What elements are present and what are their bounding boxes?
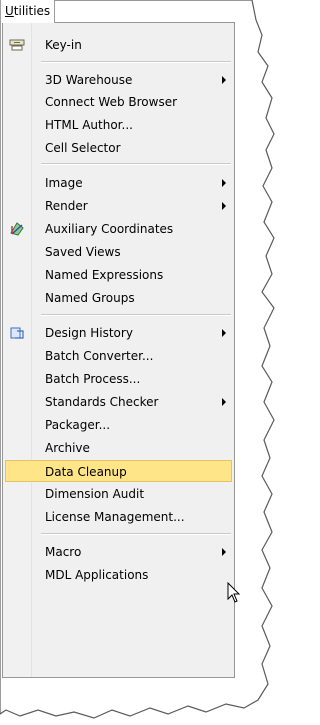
menu-item-macro-label: Macro xyxy=(45,545,82,559)
auxiliary-coordinates-icon xyxy=(10,222,24,236)
menu-item-standards-checker-label: Standards Checker xyxy=(45,395,159,409)
submenu-arrow-icon xyxy=(222,548,226,556)
mouse-pointer-icon xyxy=(227,582,241,603)
menu-item-connect-web-browser-label: Connect Web Browser xyxy=(45,95,178,109)
menu-item-named-groups-label: Named Groups xyxy=(45,291,135,305)
submenu-arrow-icon xyxy=(222,179,226,187)
menu-item-design-history[interactable]: Design History xyxy=(5,322,232,344)
menu-item-html-author[interactable]: HTML Author... xyxy=(5,114,232,136)
menu-item-connect-web-browser[interactable]: Connect Web Browser xyxy=(5,91,232,113)
menu-item-saved-views[interactable]: Saved Views xyxy=(5,241,232,263)
menu-item-license-management-label: License Management... xyxy=(45,510,185,524)
submenu-arrow-icon xyxy=(222,329,226,337)
menu-separator xyxy=(41,163,231,165)
menu-item-mdl-applications[interactable]: MDL Applications xyxy=(5,564,232,586)
menu-item-cell-selector-label: Cell Selector xyxy=(45,141,121,155)
menu-item-mdl-applications-label: MDL Applications xyxy=(45,568,149,582)
menu-item-archive[interactable]: Archive xyxy=(5,437,232,459)
menu-item-saved-views-label: Saved Views xyxy=(45,245,121,259)
menu-item-keyin[interactable]: Key-in xyxy=(5,34,232,56)
utilities-menu: Key-in 3D Warehouse Connect Web Browser … xyxy=(2,22,235,678)
menu-item-3d-warehouse[interactable]: 3D Warehouse xyxy=(5,69,232,91)
menu-item-data-cleanup-label: Data Cleanup xyxy=(45,465,127,479)
menu-separator xyxy=(41,61,231,63)
menu-item-image[interactable]: Image xyxy=(5,172,232,194)
menu-item-license-management[interactable]: License Management... xyxy=(5,506,232,528)
menu-item-render-label: Render xyxy=(45,199,88,213)
menu-item-packager-label: Packager... xyxy=(45,418,111,432)
menu-item-cell-selector[interactable]: Cell Selector xyxy=(5,137,232,159)
menu-item-render[interactable]: Render xyxy=(5,195,232,217)
menu-item-auxiliary-coordinates-label: Auxiliary Coordinates xyxy=(45,222,174,236)
menu-item-batch-converter[interactable]: Batch Converter... xyxy=(5,345,232,367)
menu-separator xyxy=(41,533,231,535)
menu-item-design-history-label: Design History xyxy=(45,326,133,340)
submenu-arrow-icon xyxy=(222,398,226,406)
menu-item-image-label: Image xyxy=(45,176,83,190)
menubar-utilities[interactable]: Utilities xyxy=(0,0,56,23)
keyin-icon xyxy=(9,39,25,51)
menu-item-named-expressions-label: Named Expressions xyxy=(45,268,164,282)
menu-item-batch-process-label: Batch Process... xyxy=(45,372,141,386)
menu-item-batch-process[interactable]: Batch Process... xyxy=(5,368,232,390)
menu-item-batch-converter-label: Batch Converter... xyxy=(45,349,154,363)
submenu-arrow-icon xyxy=(222,202,226,210)
menu-item-macro[interactable]: Macro xyxy=(5,541,232,563)
submenu-arrow-icon xyxy=(222,76,226,84)
menu-item-keyin-label: Key-in xyxy=(45,38,82,52)
menu-item-standards-checker[interactable]: Standards Checker xyxy=(5,391,232,413)
menu-item-named-expressions[interactable]: Named Expressions xyxy=(5,264,232,286)
menubar-utilities-rest: tilities xyxy=(13,4,51,18)
menubar-utilities-mnemonic: U xyxy=(5,4,14,18)
menu-item-named-groups[interactable]: Named Groups xyxy=(5,287,232,309)
menu-item-html-author-label: HTML Author... xyxy=(45,118,133,132)
menu-item-data-cleanup[interactable]: Data Cleanup xyxy=(5,460,232,482)
menu-item-3d-warehouse-label: 3D Warehouse xyxy=(45,73,133,87)
menu-item-packager[interactable]: Packager... xyxy=(5,414,232,436)
menu-item-dimension-audit-label: Dimension Audit xyxy=(45,487,145,501)
menu-item-archive-label: Archive xyxy=(45,441,90,455)
design-history-icon xyxy=(10,327,24,339)
menu-item-dimension-audit[interactable]: Dimension Audit xyxy=(5,483,232,505)
menu-item-auxiliary-coordinates[interactable]: Auxiliary Coordinates xyxy=(5,218,232,240)
menu-separator xyxy=(41,314,231,316)
